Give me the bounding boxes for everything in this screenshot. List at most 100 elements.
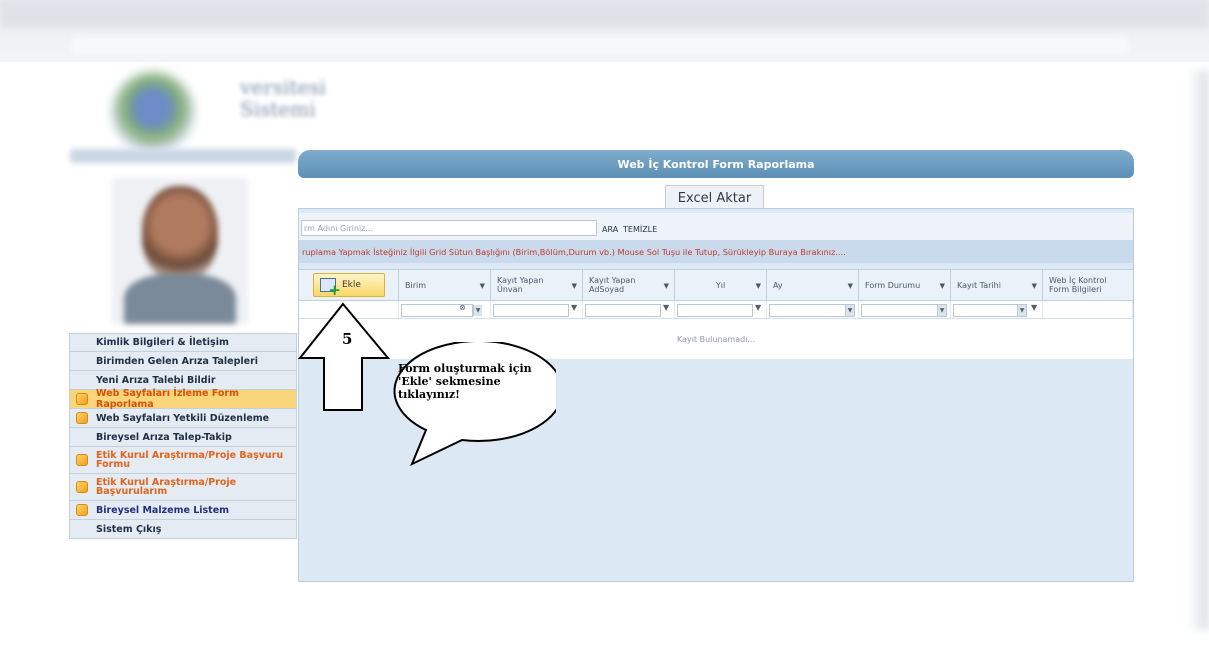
grid-filter-row: ⊗ ▼ ▼ ▼ ▼ ▼ ▼ ▼ ▼ [299, 301, 1133, 319]
grid-header-row: Ekle Birim ▼ Kayıt Yapan Ünvan ▼ Kayıt Y… [299, 269, 1133, 301]
dropdown-icon[interactable]: ▼ [473, 305, 482, 316]
filter-input[interactable] [677, 304, 753, 317]
sidebar-item-label: Web Sayfaları Yetkili Düzenleme [96, 412, 270, 424]
filter-icon[interactable]: ▼ [940, 282, 945, 291]
column-label: Form Durumu [865, 280, 921, 290]
folder-icon [76, 393, 88, 405]
filter-ay[interactable]: ▼ [767, 301, 859, 318]
filter-icon[interactable]: ▼ [571, 303, 577, 312]
bubble-line: 'Ekle' sekmesine [398, 375, 501, 388]
column-label: Ay [773, 280, 783, 290]
sidebar-item-kimlik[interactable]: Kimlik Bilgileri & İletişim [69, 333, 297, 352]
filter-icon[interactable]: ▼ [664, 282, 669, 291]
sidebar-item-label: Birimden Gelen Arıza Talepleri [96, 355, 259, 367]
sidebar-item-label: Bireysel Arıza Talep-Takip [96, 431, 232, 443]
column-header-form-durumu[interactable]: Form Durumu ▼ [859, 270, 951, 300]
sidebar-item-label: Kimlik Bilgileri & İletişim [96, 337, 229, 348]
filter-date[interactable] [953, 304, 1027, 317]
site-title-line1: versitesi [240, 75, 326, 99]
filter-adsoyad[interactable]: ▼ [583, 301, 675, 318]
filter-icon[interactable]: ▼ [1032, 282, 1037, 291]
form-name-search-input[interactable]: rm Adını Giriniz... [301, 220, 597, 236]
filter-yil[interactable]: ▼ [675, 301, 767, 318]
sidebar-item-label: Yeni Arıza Talebi Bildir [96, 374, 216, 386]
filter-icon[interactable]: ▼ [572, 282, 577, 291]
sidebar-item-label: Etik Kurul Araştırma/Proje Başvuru Formu [96, 450, 284, 470]
column-label: Yıl [715, 280, 726, 290]
sidebar-item-etik-basvuru-formu[interactable]: Etik Kurul Araştırma/Proje Başvuru Formu [69, 447, 297, 474]
group-by-drop-area[interactable]: ruplama Yapmak İsteğiniz İlgili Grid Süt… [299, 240, 1133, 263]
step-number: 5 [342, 330, 353, 348]
column-label: Kayıt Yapan AdSoyad [589, 276, 636, 294]
add-column-header: Ekle [299, 270, 399, 300]
dropdown-icon[interactable]: ▼ [937, 305, 946, 316]
sidebar-item-yetkili-duzenleme[interactable]: Web Sayfaları Yetkili Düzenleme [69, 409, 297, 428]
sidebar-item-birim-ariza[interactable]: Birimden Gelen Arıza Talepleri [69, 352, 297, 371]
sidebar-menu: Kimlik Bilgileri & İletişim Birimden Gel… [69, 333, 297, 539]
filter-cell-empty [1043, 301, 1133, 318]
folder-icon [76, 481, 88, 493]
filter-birim[interactable]: ⊗ ▼ [399, 301, 491, 318]
search-toolbar: rm Adını Giriniz... ARA TEMİZLE [299, 213, 1133, 240]
sidebar-item-ariza-takip[interactable]: Bireysel Arıza Talep-Takip [69, 428, 297, 447]
filter-kayit-tarihi[interactable]: ▼ ▼ [951, 301, 1043, 318]
column-header-birim[interactable]: Birim ▼ [399, 270, 491, 300]
filter-form-durumu[interactable]: ▼ [859, 301, 951, 318]
column-header-adsoyad[interactable]: Kayıt Yapan AdSoyad ▼ [583, 270, 675, 300]
university-logo [112, 72, 194, 152]
sidebar-item-form-raporlama[interactable]: Web Sayfaları İzleme Form Raporlama [69, 388, 297, 410]
folder-icon [76, 454, 88, 466]
filter-icon[interactable]: ▼ [755, 303, 761, 312]
speech-bubble [393, 342, 556, 467]
browser-chrome [0, 0, 1209, 62]
clear-button[interactable]: TEMİZLE [623, 225, 657, 234]
scrollbar-area [1188, 70, 1209, 630]
column-header-kayit-tarihi[interactable]: Kayıt Tarihi ▼ [951, 270, 1043, 300]
filter-icon[interactable]: ▼ [848, 282, 853, 291]
filter-select[interactable] [861, 304, 947, 317]
column-label: Kayıt Tarihi [957, 280, 1001, 290]
filter-input[interactable] [585, 304, 661, 317]
address-bar[interactable] [70, 36, 1130, 56]
browser-tab-bar [0, 0, 1209, 28]
add-form-icon [320, 278, 341, 297]
column-label: Birim [405, 280, 427, 290]
column-header-yil[interactable]: Yıl ▼ [675, 270, 767, 300]
site-title: versitesi Sistemi [240, 76, 326, 120]
sidebar-item-label: Sistem Çıkış [96, 523, 162, 535]
folder-icon [76, 412, 88, 424]
filter-select[interactable] [769, 304, 855, 317]
sidebar-item-label: Web Sayfaları İzleme Form Raporlama [96, 388, 239, 410]
filter-input[interactable] [493, 304, 569, 317]
filter-icon[interactable]: ▼ [480, 282, 485, 291]
page-title: Web İç Kontrol Form Raporlama [298, 150, 1134, 178]
column-label: Kayıt Yapan Ünvan [497, 276, 544, 294]
filter-icon[interactable]: ▼ [1031, 303, 1037, 312]
sidebar-item-sistem-cikis[interactable]: Sistem Çıkış [69, 520, 297, 539]
sidebar-item-malzeme-listem[interactable]: Bireysel Malzeme Listem [69, 501, 297, 520]
column-header-unvan[interactable]: Kayıt Yapan Ünvan ▼ [491, 270, 583, 300]
sidebar-item-label: Etik Kurul Araştırma/Proje Başvurularım [96, 477, 237, 497]
folder-icon [76, 504, 88, 516]
clear-icon[interactable]: ⊗ [459, 303, 466, 312]
excel-export-button[interactable]: Excel Aktar [665, 185, 764, 210]
add-button[interactable]: Ekle [313, 273, 385, 297]
search-button[interactable]: ARA [602, 225, 618, 234]
site-title-line2: Sistemi [240, 97, 316, 121]
column-header-ay[interactable]: Ay ▼ [767, 270, 859, 300]
sidebar-item-etik-basvurularim[interactable]: Etik Kurul Araştırma/Proje Başvurularım [69, 474, 297, 501]
column-header-web-ic-kontrol[interactable]: Web İç Kontrol Form Bilgileri [1043, 270, 1133, 300]
left-header-bar [70, 149, 296, 163]
bubble-line: Form oluşturmak için [398, 362, 532, 375]
filter-unvan[interactable]: ▼ [491, 301, 583, 318]
column-label: Web İç Kontrol Form Bilgileri [1049, 276, 1107, 294]
bubble-line: tıklayınız! [398, 388, 461, 401]
speech-bubble-text: Form oluşturmak için 'Ekle' sekmesine tı… [398, 362, 538, 401]
dropdown-icon[interactable]: ▼ [1017, 305, 1026, 316]
filter-icon[interactable]: ▼ [663, 303, 669, 312]
sidebar-item-label: Bireysel Malzeme Listem [96, 504, 230, 516]
dropdown-icon[interactable]: ▼ [845, 305, 854, 316]
add-button-label: Ekle [342, 279, 361, 290]
filter-icon[interactable]: ▼ [756, 282, 761, 291]
user-avatar [112, 178, 248, 324]
